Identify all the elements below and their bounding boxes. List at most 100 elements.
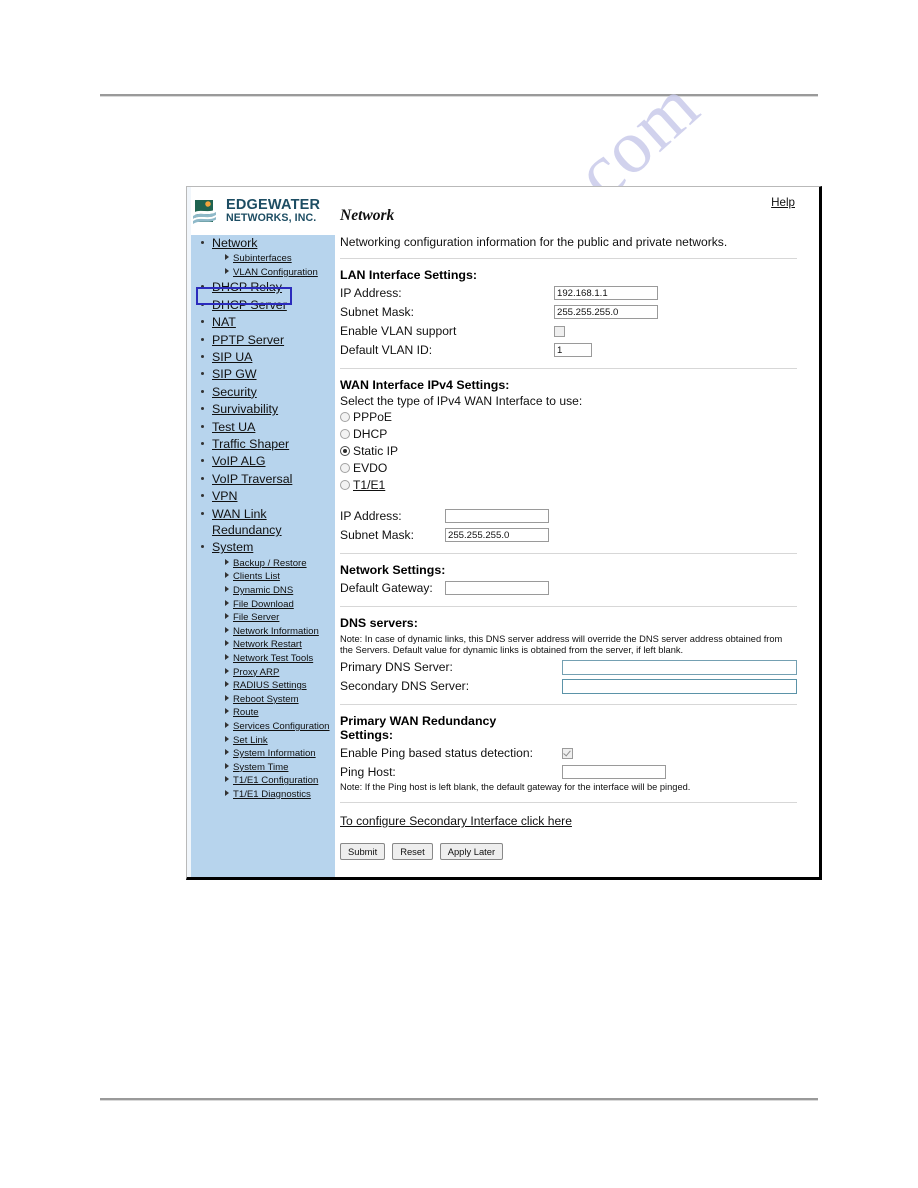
sidebar-sublink-file-server[interactable]: File Server — [233, 612, 279, 624]
sidebar-link-voip-alg[interactable]: VoIP ALG — [212, 454, 266, 468]
ping-host-input[interactable] — [562, 765, 666, 779]
sidebar-item-network[interactable]: Network Subinterfaces VLAN Configuration — [199, 235, 335, 279]
sidebar-item-dhcp-relay[interactable]: DHCP Relay — [199, 279, 335, 295]
sidebar-item-sip-gw[interactable]: SIP GW — [199, 366, 335, 382]
sidebar-sublink-subinterfaces[interactable]: Subinterfaces — [233, 253, 292, 265]
primary-dns-input[interactable] — [562, 659, 797, 675]
sidebar-subitem[interactable]: Network Test Tools — [225, 651, 335, 665]
sidebar-item-sip-ua[interactable]: SIP UA — [199, 349, 335, 365]
wan-option-pppoe[interactable]: PPPoE — [340, 408, 797, 425]
sidebar-sublink-network-information[interactable]: Network Information — [233, 626, 319, 638]
sidebar-subitem[interactable]: Backup / Restore — [225, 556, 335, 570]
radio-icon[interactable] — [340, 479, 350, 490]
lan-subnet-mask-input[interactable] — [554, 305, 658, 319]
sidebar-sublink-set-link[interactable]: Set Link — [233, 735, 268, 747]
sidebar-link-sip-gw[interactable]: SIP GW — [212, 367, 257, 381]
wan-option-evdo[interactable]: EVDO — [340, 459, 797, 476]
sidebar-sublink-network-test-tools[interactable]: Network Test Tools — [233, 653, 313, 665]
sidebar-subitem[interactable]: Proxy ARP — [225, 665, 335, 679]
wan-subnet-mask-input[interactable] — [445, 528, 549, 542]
sidebar-item-wan-link-redundancy[interactable]: WAN Link Redundancy — [199, 506, 335, 539]
sidebar-sublink-file-download[interactable]: File Download — [233, 599, 294, 611]
wan-option-t1e1[interactable]: T1/E1 — [340, 476, 797, 493]
sidebar-sublink-reboot-system[interactable]: Reboot System — [233, 694, 299, 706]
sidebar-item-voip-alg[interactable]: VoIP ALG — [199, 453, 335, 469]
sidebar-sublink-clients-list[interactable]: Clients List — [233, 571, 280, 583]
sidebar-subitem[interactable]: File Download — [225, 597, 335, 611]
sidebar-item-test-ua[interactable]: Test UA — [199, 419, 335, 435]
sidebar-link-dhcp-server[interactable]: DHCP Server — [212, 298, 287, 312]
wan-ip-input[interactable] — [445, 509, 549, 523]
wan-option-static-ip[interactable]: Static IP — [340, 442, 797, 459]
sidebar-subitem[interactable]: Set Link — [225, 733, 335, 747]
sidebar-sublink-vlan-configuration[interactable]: VLAN Configuration — [233, 267, 318, 279]
sidebar-sublink-services-configuration[interactable]: Services Configuration — [233, 721, 330, 733]
sidebar-link-vpn[interactable]: VPN — [212, 489, 237, 503]
sidebar-item-traffic-shaper[interactable]: Traffic Shaper — [199, 436, 335, 452]
sidebar-link-network[interactable]: Network — [212, 236, 257, 250]
radio-icon[interactable] — [340, 462, 350, 473]
secondary-interface-link[interactable]: To configure Secondary Interface click h… — [340, 814, 572, 828]
lan-ip-input[interactable] — [554, 286, 658, 300]
sidebar-sublink-dynamic-dns[interactable]: Dynamic DNS — [233, 585, 293, 597]
sidebar-sublink-system-information[interactable]: System Information — [233, 748, 316, 760]
sidebar-item-survivability[interactable]: Survivability — [199, 401, 335, 417]
sidebar-subitem[interactable]: File Server — [225, 610, 335, 624]
sidebar-subitem[interactable]: T1/E1 Configuration — [225, 773, 335, 787]
sidebar-sublink-t1e1-diagnostics[interactable]: T1/E1 Diagnostics — [233, 789, 311, 801]
sidebar-subitem[interactable]: System Information — [225, 746, 335, 760]
apply-later-button[interactable]: Apply Later — [439, 843, 504, 860]
sidebar-item-pptp-server[interactable]: PPTP Server — [199, 332, 335, 348]
sidebar-link-system[interactable]: System — [212, 540, 253, 554]
sidebar-subitem[interactable]: Network Information — [225, 624, 335, 638]
sidebar-sublink-t1e1-configuration[interactable]: T1/E1 Configuration — [233, 775, 318, 787]
sidebar-link-dhcp-relay[interactable]: DHCP Relay — [212, 280, 282, 294]
sidebar-subitem[interactable]: RADIUS Settings — [225, 678, 335, 692]
lan-vlan-row: Enable VLAN support — [340, 322, 797, 340]
sidebar-link-sip-ua[interactable]: SIP UA — [212, 350, 252, 364]
sidebar-item-dhcp-server[interactable]: DHCP Server — [199, 297, 335, 313]
sidebar-sublink-proxy-arp[interactable]: Proxy ARP — [233, 667, 279, 679]
sidebar-subitem[interactable]: System Time — [225, 760, 335, 774]
wan-option-dhcp[interactable]: DHCP — [340, 425, 797, 442]
sidebar-link-wan-link-redundancy[interactable]: WAN Link Redundancy — [212, 507, 282, 537]
sidebar-sublink-backup-restore[interactable]: Backup / Restore — [233, 558, 307, 570]
sidebar-link-voip-traversal[interactable]: VoIP Traversal — [212, 472, 292, 486]
sidebar-item-voip-traversal[interactable]: VoIP Traversal — [199, 471, 335, 487]
sidebar-subitem[interactable]: Reboot System — [225, 692, 335, 706]
sidebar-subitem[interactable]: Route — [225, 705, 335, 719]
secondary-dns-input[interactable] — [562, 678, 797, 694]
sidebar-subitem[interactable]: Dynamic DNS — [225, 583, 335, 597]
ping-detection-checkbox[interactable] — [562, 747, 573, 759]
wan-option-label[interactable]: T1/E1 — [353, 478, 385, 492]
sidebar-item-vpn[interactable]: VPN — [199, 488, 335, 504]
radio-icon-selected[interactable] — [340, 445, 350, 456]
sidebar-sublink-radius-settings[interactable]: RADIUS Settings — [233, 680, 307, 692]
reset-button[interactable]: Reset — [392, 843, 433, 860]
sidebar-item-security[interactable]: Security — [199, 384, 335, 400]
sidebar-item-nat[interactable]: NAT — [199, 314, 335, 330]
sidebar-link-test-ua[interactable]: Test UA — [212, 420, 255, 434]
sidebar-subitem[interactable]: Services Configuration — [225, 719, 335, 733]
sidebar-subitem[interactable]: Network Restart — [225, 637, 335, 651]
default-vlan-id-input[interactable] — [554, 343, 592, 357]
sidebar-subitem[interactable]: T1/E1 Diagnostics — [225, 787, 335, 801]
sidebar-item-system[interactable]: System Backup / Restore Clients List Dyn… — [199, 539, 335, 800]
sidebar-subitem[interactable]: Subinterfaces — [225, 251, 335, 265]
sidebar-sublink-route[interactable]: Route — [233, 707, 259, 719]
radio-icon[interactable] — [340, 411, 350, 422]
sidebar-link-nat[interactable]: NAT — [212, 315, 236, 329]
sidebar-sublink-network-restart[interactable]: Network Restart — [233, 639, 302, 651]
sidebar-subitem[interactable]: Clients List — [225, 569, 335, 583]
help-link[interactable]: Help — [771, 196, 795, 209]
sidebar-link-pptp-server[interactable]: PPTP Server — [212, 333, 284, 347]
sidebar-link-traffic-shaper[interactable]: Traffic Shaper — [212, 437, 289, 451]
sidebar-subitem[interactable]: VLAN Configuration — [225, 265, 335, 279]
radio-icon[interactable] — [340, 428, 350, 439]
submit-button[interactable]: Submit — [340, 843, 386, 860]
enable-vlan-checkbox[interactable] — [554, 325, 565, 337]
sidebar-link-survivability[interactable]: Survivability — [212, 402, 278, 416]
sidebar-sublink-system-time[interactable]: System Time — [233, 762, 288, 774]
default-gateway-input[interactable] — [445, 581, 549, 595]
sidebar-link-security[interactable]: Security — [212, 385, 257, 399]
